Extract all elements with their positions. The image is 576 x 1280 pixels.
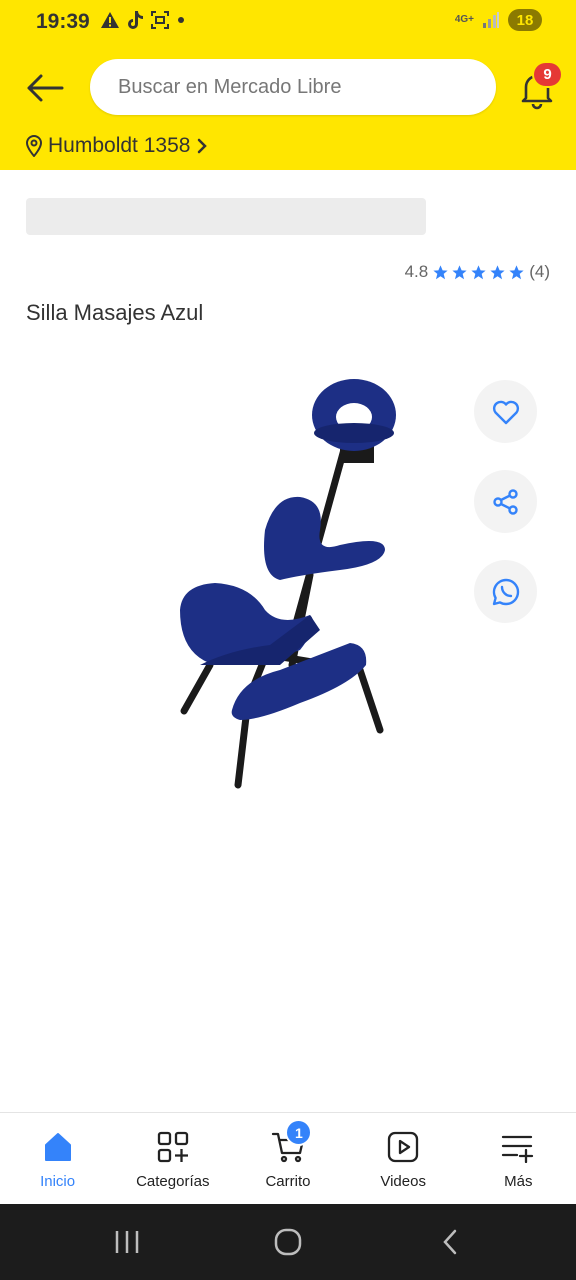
tiktok-icon bbox=[128, 11, 143, 29]
nav-item-mas[interactable]: Más bbox=[461, 1113, 576, 1204]
categories-icon bbox=[157, 1131, 188, 1163]
scan-icon bbox=[151, 11, 169, 29]
home-system-button[interactable] bbox=[268, 1224, 308, 1260]
location-pin-icon bbox=[26, 135, 42, 157]
whatsapp-share-button[interactable] bbox=[474, 560, 537, 623]
search-placeholder: Buscar en Mercado Libre bbox=[118, 76, 342, 98]
chevron-right-icon bbox=[198, 138, 208, 154]
nav-item-carrito[interactable]: 1 Carrito bbox=[230, 1113, 345, 1204]
status-time: 19:39 bbox=[36, 10, 90, 33]
star-icon bbox=[509, 264, 524, 279]
star-icon bbox=[471, 264, 486, 279]
nav-label: Más bbox=[504, 1173, 533, 1190]
signal-icon bbox=[483, 12, 499, 28]
nav-label: Videos bbox=[380, 1173, 426, 1190]
video-icon bbox=[388, 1131, 419, 1163]
header: 19:39 4G+ 18 Buscar en Mercado Libre 9 H… bbox=[0, 0, 576, 170]
whatsapp-icon bbox=[492, 578, 519, 605]
heart-icon bbox=[492, 400, 519, 424]
recent-apps-icon bbox=[115, 1231, 139, 1253]
home-icon bbox=[44, 1133, 71, 1161]
cart-badge: 1 bbox=[285, 1119, 313, 1146]
search-input[interactable]: Buscar en Mercado Libre bbox=[90, 59, 496, 115]
loading-skeleton bbox=[26, 198, 426, 235]
address-label: Humboldt 1358 bbox=[48, 134, 191, 157]
arrow-left-icon bbox=[27, 74, 64, 102]
back-button[interactable] bbox=[24, 68, 66, 108]
favorite-button[interactable] bbox=[474, 380, 537, 443]
star-icon bbox=[433, 264, 448, 279]
star-icon bbox=[452, 264, 467, 279]
bottom-navigation: Inicio Categorías 1 Carrito Videos Más bbox=[0, 1112, 576, 1204]
nav-item-inicio[interactable]: Inicio bbox=[0, 1113, 115, 1204]
address-selector[interactable]: Humboldt 1358 bbox=[26, 134, 208, 158]
back-system-button[interactable] bbox=[430, 1224, 470, 1260]
product-image[interactable] bbox=[170, 365, 400, 805]
status-system-icons: 4G+ 18 bbox=[455, 9, 542, 31]
notifications-badge: 9 bbox=[532, 61, 563, 88]
nav-item-categorias[interactable]: Categorías bbox=[115, 1113, 230, 1204]
home-circle-icon bbox=[274, 1228, 302, 1256]
nav-label: Inicio bbox=[40, 1173, 76, 1190]
system-navigation-bar bbox=[0, 1204, 576, 1280]
recent-apps-button[interactable] bbox=[107, 1224, 147, 1260]
battery-indicator: 18 bbox=[508, 9, 542, 31]
nav-label: Carrito bbox=[265, 1173, 311, 1190]
product-title: Silla Masajes Azul bbox=[26, 300, 204, 325]
chevron-left-icon bbox=[443, 1229, 457, 1255]
review-count: (4) bbox=[529, 262, 550, 281]
status-notification-icons bbox=[100, 10, 186, 30]
more-icon bbox=[502, 1135, 534, 1163]
nav-label: Categorías bbox=[136, 1173, 210, 1190]
warning-icon bbox=[101, 12, 119, 28]
nav-item-videos[interactable]: Videos bbox=[346, 1113, 461, 1204]
share-button[interactable] bbox=[474, 470, 537, 533]
product-rating[interactable]: 4.8 (4) bbox=[405, 262, 550, 282]
status-bar: 19:39 4G+ 18 bbox=[0, 0, 576, 44]
network-label: 4G+ bbox=[454, 14, 474, 25]
rating-stars bbox=[432, 264, 525, 281]
dot-icon bbox=[178, 17, 184, 23]
share-icon bbox=[492, 488, 518, 515]
star-icon bbox=[490, 264, 505, 279]
rating-value: 4.8 bbox=[404, 262, 429, 281]
